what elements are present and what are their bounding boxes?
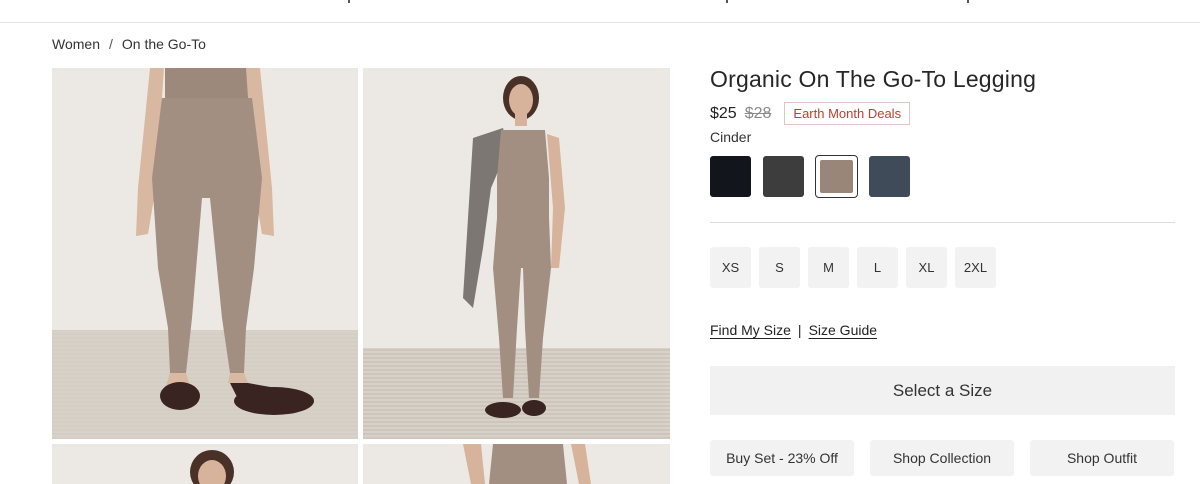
original-price: $28: [744, 104, 772, 122]
secondary-actions: Buy Set - 23% Off Shop Collection Shop O…: [710, 440, 1174, 476]
divider: [710, 222, 1175, 223]
size-m-button[interactable]: M: [808, 247, 849, 288]
swatch-slate[interactable]: [869, 156, 910, 197]
nav-edge-mark: [348, 0, 350, 3]
product-image-portrait[interactable]: [52, 444, 358, 484]
top-navigation-bar: [0, 0, 1200, 23]
shop-collection-button[interactable]: Shop Collection: [870, 440, 1014, 476]
nav-edge-mark: [726, 0, 728, 3]
shop-outfit-button[interactable]: Shop Outfit: [1030, 440, 1174, 476]
promo-badge: Earth Month Deals: [784, 102, 911, 125]
swatch-cinder[interactable]: [815, 155, 858, 198]
breadcrumb: Women / On the Go-To: [52, 36, 206, 52]
product-image-front-closeup[interactable]: [52, 68, 358, 439]
size-xs-button[interactable]: XS: [710, 247, 751, 288]
buy-set-button[interactable]: Buy Set - 23% Off: [710, 440, 854, 476]
find-my-size-link[interactable]: Find My Size: [710, 322, 791, 338]
swatch-cinder-fill: [820, 160, 853, 193]
size-l-button[interactable]: L: [857, 247, 898, 288]
product-details: Organic On The Go-To Legging $25 $28 Ear…: [710, 66, 1175, 476]
product-image-full-body[interactable]: [363, 68, 670, 439]
swatch-charcoal[interactable]: [763, 156, 804, 197]
size-xl-button[interactable]: XL: [906, 247, 947, 288]
selected-color-label: Cinder: [710, 129, 752, 145]
size-selector: XS S M L XL 2XL: [710, 247, 996, 288]
product-title: Organic On The Go-To Legging: [710, 66, 1037, 92]
size-help-links: Find My Size | Size Guide: [710, 322, 877, 338]
color-swatches: [710, 155, 910, 198]
product-image-detail[interactable]: [363, 444, 670, 484]
breadcrumb-separator: /: [108, 36, 113, 52]
sale-price: $25: [710, 104, 737, 122]
breadcrumb-on-the-go-to[interactable]: On the Go-To: [122, 36, 206, 52]
breadcrumb-women[interactable]: Women: [52, 36, 100, 52]
size-guide-link[interactable]: Size Guide: [809, 322, 877, 338]
size-2xl-button[interactable]: 2XL: [955, 247, 996, 288]
product-gallery: [52, 68, 670, 484]
nav-edge-mark: [967, 0, 969, 3]
swatch-black[interactable]: [710, 156, 751, 197]
select-a-size-button[interactable]: Select a Size: [710, 366, 1175, 415]
link-separator: |: [797, 322, 802, 338]
price-row: $25 $28 Earth Month Deals: [710, 102, 911, 125]
size-s-button[interactable]: S: [759, 247, 800, 288]
